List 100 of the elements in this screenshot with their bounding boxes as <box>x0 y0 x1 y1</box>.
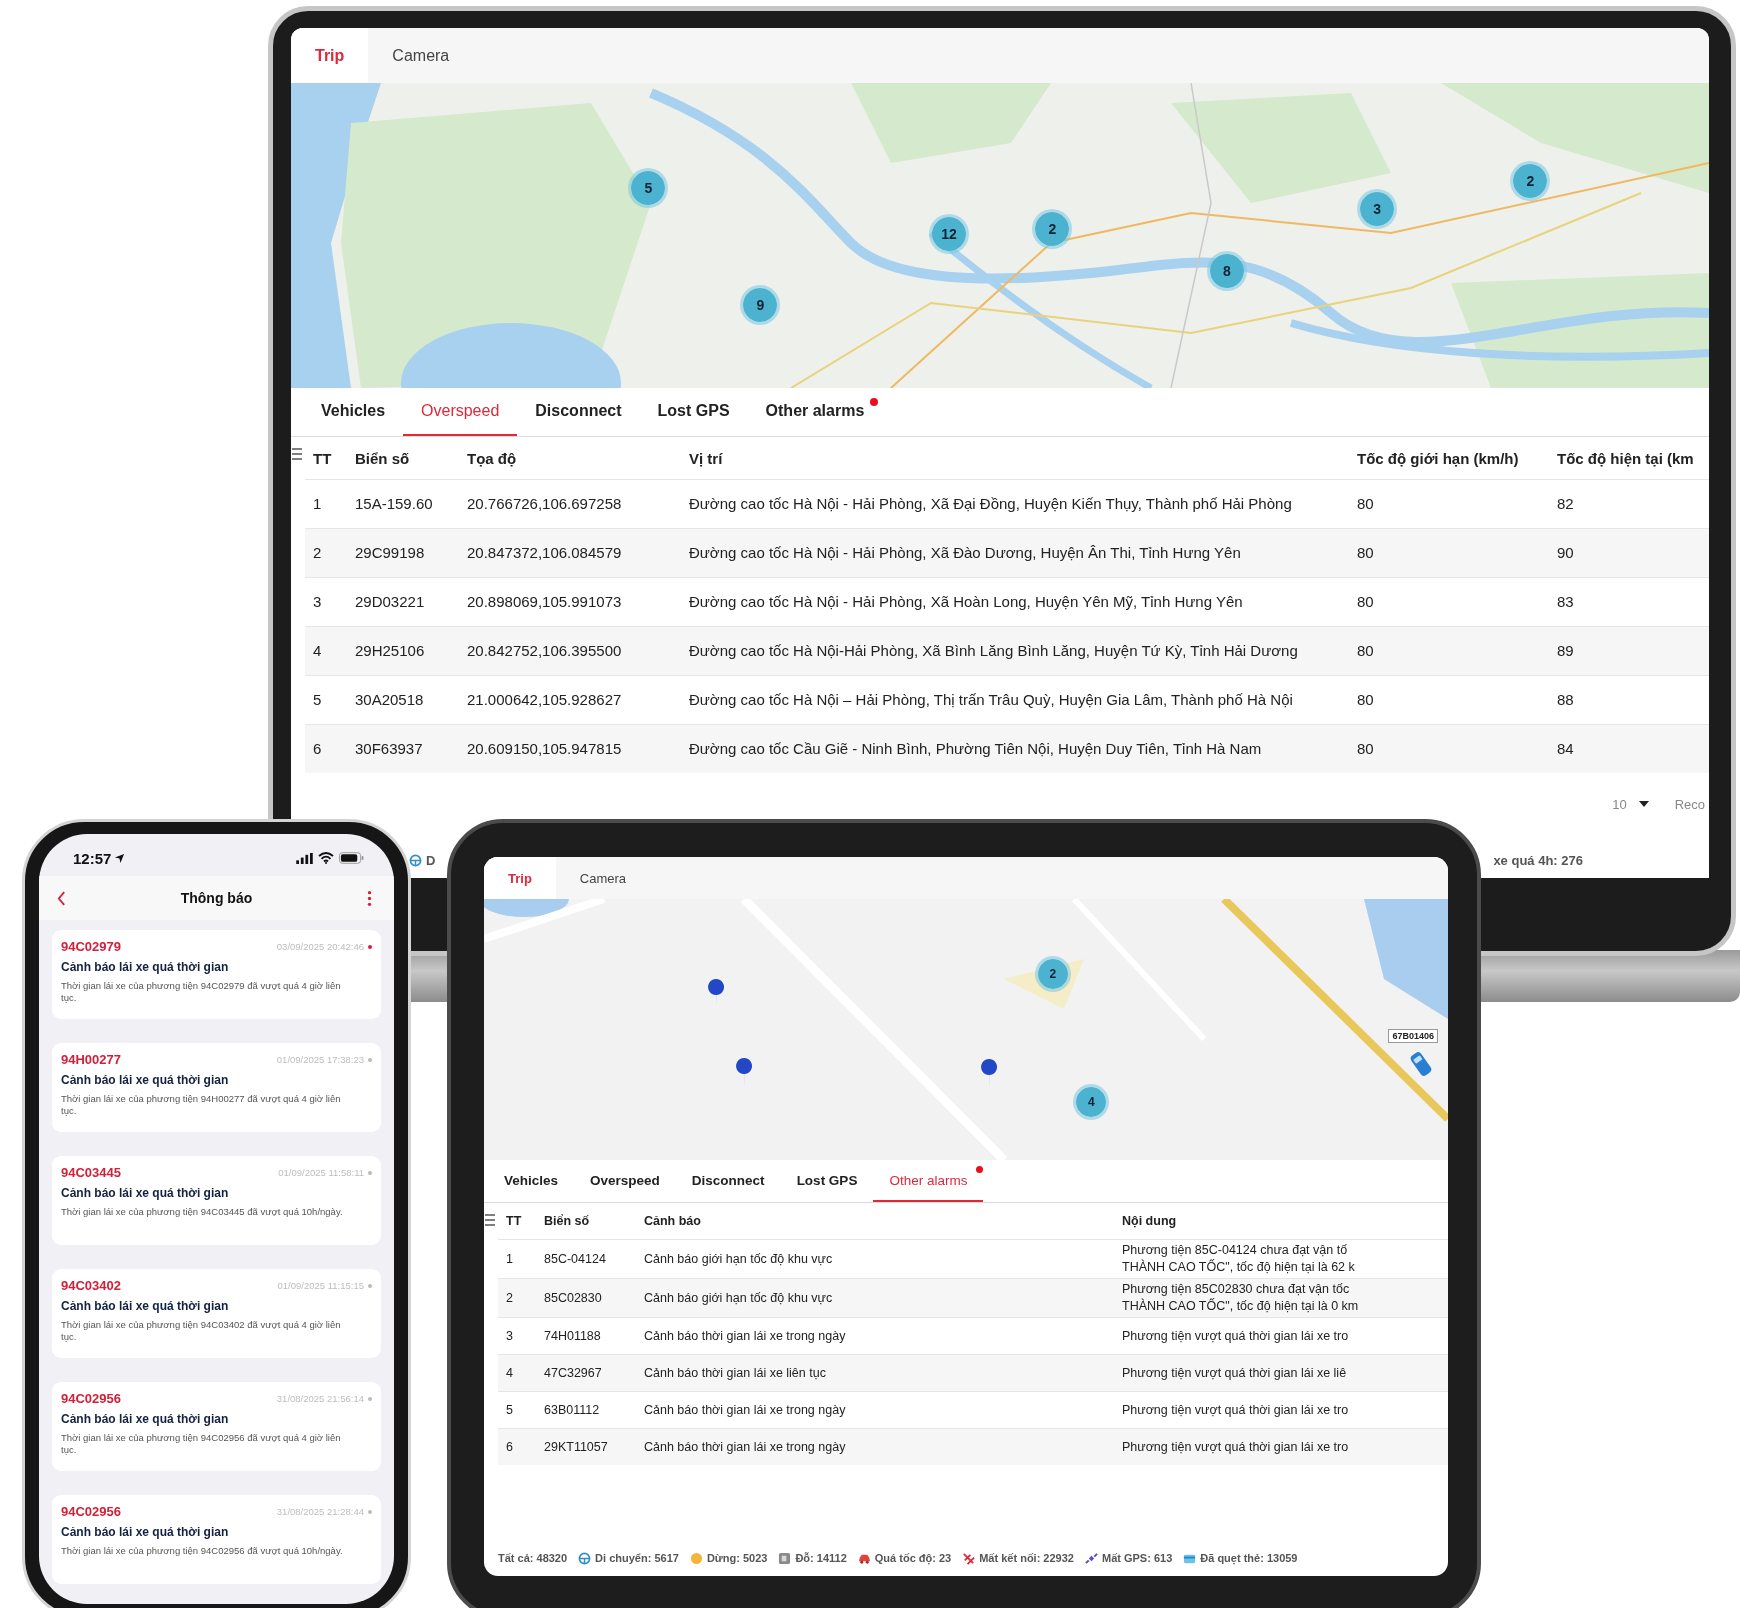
vehicle-plate: 94C02956 <box>61 1391 121 1406</box>
status-time: 12:57 <box>73 849 112 867</box>
table-cell: 6 <box>305 724 347 773</box>
table-cell: 29KT11057 <box>536 1428 636 1465</box>
parking-square-icon <box>778 1551 792 1565</box>
column-header: Tốc độ giới hạn (km/h) <box>1349 437 1549 480</box>
alarm-tab[interactable]: Lost GPS <box>639 388 748 436</box>
notification-title: Cảnh báo lái xe quá thời gian <box>61 1186 230 1200</box>
table-cell: 80 <box>1349 724 1549 773</box>
table-cell: Đường cao tốc Hà Nội - Hải Phòng, Xã Đào Dương, Huyện Ân Thi, Tỉnh Hưng Yên <box>681 528 1349 578</box>
notification-time: 31/08/2025 21:56:14 <box>276 1393 364 1404</box>
alarm-tab[interactable]: Lost GPS <box>780 1160 874 1202</box>
table-cell: 2 <box>305 528 347 578</box>
wifi-icon <box>318 852 334 864</box>
status-count: Tất cả: 48320 <box>498 1552 568 1564</box>
alarm-tab[interactable]: Other alarms <box>873 1160 984 1202</box>
alarm-tab[interactable]: Disconnect <box>517 388 640 436</box>
steering-wheel-icon <box>578 1551 592 1565</box>
status-count: Mất GPS: 613 <box>1101 1552 1173 1564</box>
notification-body: Thời gian lái xe của phương tiện 94C02979 đã vượt quá 4 giờ liên tục. <box>61 980 342 1003</box>
battery-icon <box>339 852 364 864</box>
column-header: Tọa độ <box>459 437 681 480</box>
view-tab[interactable]: Camera <box>368 28 474 83</box>
status-count: Dừng: 5023 <box>706 1552 768 1564</box>
view-tab[interactable]: Camera <box>555 857 651 899</box>
more-options-icon[interactable] <box>367 889 372 907</box>
view-tab[interactable]: Trip <box>484 857 556 899</box>
signal-icon <box>296 852 313 864</box>
notification-body: Thời gian lái xe của phương tiện 94C02956 đã vượt quá 4 giờ liên tục. <box>61 1432 342 1455</box>
screen-title: Thông báo <box>180 890 253 906</box>
table-cell: Đường cao tốc Hà Nội-Hải Phòng, Xã Bình Lăng Bình Lăng, Huyện Tứ Kỳ, Tỉnh Hải Dương <box>681 626 1349 676</box>
location-arrow-icon <box>114 852 126 864</box>
notification-card[interactable]: 94C02956 31/08/2025 21:28:44 Cảnh báo lái xe quá thời gian Thời gian lái xe của phương tiện 94C02956 đã vượt quá 10h/ngày. <box>52 1495 381 1584</box>
caret-icon[interactable] <box>1638 801 1649 807</box>
vehicle-plate: 94C02979 <box>61 939 121 954</box>
alarm-tab[interactable]: Other alarms <box>747 388 883 436</box>
notification-card[interactable]: 94C02956 31/08/2025 21:56:14 Cảnh báo lái xe quá thời gian Thời gian lái xe của phương tiện 94C02956 đã vượt quá 4 giờ liên tục. <box>52 1382 381 1471</box>
table-cell: Cảnh báo thời gian lái xe liên tục <box>636 1354 1114 1392</box>
column-menu-icon[interactable] <box>291 447 303 461</box>
alarm-tab[interactable]: Overspeed <box>574 1160 676 1202</box>
notification-card[interactable]: 94H00277 01/09/2025 17:38:23 Cảnh báo lái xe quá thời gian Thời gian lái xe của phương tiện 94H00277 đã vượt quá 4 giờ liên tục. <box>52 1043 381 1132</box>
column-header: Vị trí <box>681 437 1349 480</box>
table-cell: 30F63937 <box>347 724 459 773</box>
status-count: Mất kết nối: 22932 <box>979 1552 1074 1564</box>
alarm-tab[interactable]: Vehicles <box>488 1160 575 1202</box>
table-cell: Đường cao tốc Cầu Giẽ - Ninh Bình, Phường Tiên Nội, Huyện Duy Tiên, Tỉnh Hà Nam <box>681 724 1349 773</box>
table-cell: 2 <box>498 1278 536 1318</box>
vehicle-label: 67B01406 <box>1388 1029 1438 1043</box>
notification-title: Cảnh báo lái xe quá thời gian <box>61 1299 230 1313</box>
notification-time: 01/09/2025 17:38:23 <box>276 1054 364 1065</box>
table-cell: 84 <box>1549 724 1709 773</box>
satellite-icon <box>1084 1551 1098 1565</box>
steering-wheel-icon <box>409 853 422 867</box>
notification-card[interactable]: 94C03445 01/09/2025 11:58:11 Cảnh báo lái xe quá thời gian Thời gian lái xe của phương tiện 94C03445 đã vượt quá 10h/ngày. <box>52 1156 381 1245</box>
column-header: Nội dung <box>1114 1203 1448 1240</box>
table-cell: 20.842752,106.395500 <box>459 626 681 676</box>
notification-time: 03/09/2025 20:42:46 <box>276 941 364 952</box>
status-count: xe quá 4h: 276 <box>1493 852 1583 868</box>
table-cell: 85C02830 <box>536 1278 636 1318</box>
table-cell: 4 <box>305 626 347 676</box>
vehicle-plate: 94C03445 <box>61 1165 121 1180</box>
view-tab[interactable]: Trip <box>291 28 369 83</box>
column-header: Biển số <box>536 1203 636 1240</box>
table-cell: 6 <box>498 1428 536 1465</box>
alarm-tab[interactable]: Vehicles <box>303 388 404 436</box>
table-cell: 4 <box>498 1354 536 1392</box>
page-size-select[interactable]: 10 <box>1612 796 1649 812</box>
status-count: Di chuyển: 5617 <box>595 1552 679 1564</box>
notification-body: Thời gian lái xe của phương tiện 94H00277 đã vượt quá 4 giờ liên tục. <box>61 1093 342 1116</box>
status-count: Quá tốc độ: 23 <box>874 1552 952 1564</box>
column-header: Tốc độ hiện tại (km <box>1549 437 1709 480</box>
table-cell: 89 <box>1549 626 1709 676</box>
column-header: TT <box>305 437 347 480</box>
notification-title: Cảnh báo lái xe quá thời gian <box>61 1412 230 1426</box>
notification-body: Thời gian lái xe của phương tiện 94C03402 đã vượt quá 4 giờ liên tục. <box>61 1319 342 1342</box>
records-label: Reco <box>1674 796 1705 812</box>
alarm-tab[interactable]: Disconnect <box>675 1160 781 1202</box>
column-menu-icon[interactable] <box>484 1213 496 1227</box>
table-cell: 80 <box>1349 528 1549 578</box>
table-cell: Cảnh báo giới hạn tốc độ khu vực <box>636 1278 1114 1318</box>
status-count: Đỗ: 14112 <box>795 1552 847 1564</box>
table-cell: Phương tiện vượt quá thời gian lái xe tro <box>1114 1428 1448 1465</box>
notification-card[interactable]: 94C02979 03/09/2025 20:42:46 Cảnh báo lái xe quá thời gian Thời gian lái xe của phương tiện 94C02979 đã vượt quá 4 giờ liên tục. <box>52 930 381 1019</box>
notification-body: Thời gian lái xe của phương tiện 94C02956 đã vượt quá 10h/ngày. <box>61 1545 344 1557</box>
stop-circle-icon <box>689 1551 703 1565</box>
column-header: Biển số <box>347 437 459 480</box>
notification-title: Cảnh báo lái xe quá thời gian <box>61 1073 230 1087</box>
notification-title: Cảnh báo lái xe quá thời gian <box>61 960 230 974</box>
notification-time: 01/09/2025 11:15:15 <box>277 1280 364 1291</box>
table-cell: 90 <box>1549 528 1709 578</box>
alarm-tab[interactable]: Overspeed <box>403 388 518 436</box>
notification-body: Thời gian lái xe của phương tiện 94C03445 đã vượt quá 10h/ngày. <box>61 1206 344 1218</box>
vehicle-plate: 94C03402 <box>61 1278 121 1293</box>
status-count: Đã quẹt thẻ: 13059 <box>1200 1552 1298 1564</box>
notification-title: Cảnh báo lái xe quá thời gian <box>61 1525 230 1539</box>
notification-card[interactable]: 94C03402 01/09/2025 11:15:15 Cảnh báo lái xe quá thời gian Thời gian lái xe của phương tiện 94C03402 đã vượt quá 4 giờ liên tục. <box>52 1269 381 1358</box>
back-icon[interactable] <box>57 890 66 906</box>
table-cell: Cảnh báo thời gian lái xe trong ngày <box>636 1428 1114 1465</box>
column-header: Cảnh báo <box>636 1203 1114 1240</box>
table-cell: Phương tiện vượt quá thời gian lái xe liê <box>1114 1354 1448 1392</box>
